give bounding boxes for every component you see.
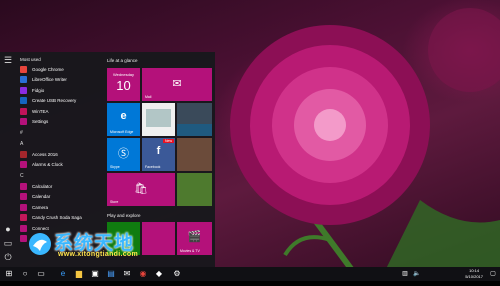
app-icon — [20, 193, 27, 201]
store-taskbar-icon[interactable]: ▣ — [88, 267, 102, 281]
edge-icon: e — [120, 110, 127, 122]
facebook-icon: f — [156, 145, 161, 157]
app-label: Calendar — [32, 194, 51, 200]
app-taskbar-icon[interactable]: ◆ — [152, 267, 166, 281]
app-list-item[interactable]: Calculator — [20, 181, 100, 192]
letter-c-header[interactable]: C — [20, 171, 100, 181]
app-icon — [20, 97, 27, 105]
user-avatar-icon[interactable]: ● — [3, 224, 13, 234]
app-list-item[interactable]: Calendar — [20, 192, 100, 203]
power-icon[interactable]: ⏻ — [3, 252, 13, 262]
app-icon — [20, 107, 27, 115]
store-tile-label: Store — [110, 200, 119, 204]
app-label: Camera — [32, 204, 49, 210]
app-label: Calculator — [32, 183, 53, 189]
chrome-taskbar-icon[interactable]: ◉ — [136, 267, 150, 281]
tray-clock[interactable]: 10:14 5/10/2017 — [465, 268, 483, 279]
mail-taskbar-icon[interactable]: ✉ — [120, 267, 134, 281]
news-photo-tile[interactable] — [177, 138, 212, 171]
photos-preview — [177, 124, 212, 136]
word-taskbar-icon[interactable]: ▤ — [104, 267, 118, 281]
mail-tile-label: Mail — [145, 95, 152, 99]
edge-tile[interactable]: e Microsoft Edge — [107, 103, 140, 136]
hamburger-menu-icon[interactable]: ☰ — [3, 55, 13, 65]
app-label: Candy Crush Soda Saga — [32, 215, 82, 221]
app-label: Access 2016 — [32, 151, 58, 157]
skype-icon: Ⓢ — [118, 148, 129, 160]
app-label: Fidgio — [32, 87, 45, 93]
app-icon — [20, 214, 27, 222]
facebook-new-badge: New — [162, 139, 174, 143]
app-list-item[interactable]: Candy Crush Soda Saga — [20, 213, 100, 224]
calendar-day: Wednesday — [112, 72, 135, 77]
watermark-logo — [29, 233, 51, 255]
app-list-item[interactable]: Fidgio — [20, 85, 100, 96]
edge-tile-label: Microsoft Edge — [110, 130, 134, 134]
watermark-url: www.xitongtiandi.com — [58, 251, 139, 258]
skype-tile-label: Skype — [110, 165, 120, 169]
app-icon — [20, 86, 27, 94]
start-menu-rail: ☰ ● ▭ ⏻ — [0, 52, 16, 269]
store-bag-icon: 🛍 — [134, 183, 148, 195]
app-label: Settings — [32, 119, 49, 125]
app-label: WinTEA — [32, 108, 49, 114]
watermark: 系统天地 www.xitongtiandi.com — [28, 226, 188, 266]
app-list-item[interactable]: Alarms & Clock — [20, 160, 100, 171]
app-list-item[interactable]: Create USB Recovery — [20, 96, 100, 107]
app-label: Create USB Recovery — [32, 98, 77, 104]
action-center-icon[interactable]: ▢ — [486, 267, 500, 281]
letter-a-header[interactable]: A — [20, 139, 100, 149]
facebook-tile[interactable]: f New Facebook — [142, 138, 175, 171]
app-list-item[interactable]: LibreOffice Writer — [20, 75, 100, 86]
app-icon — [20, 150, 27, 158]
taskbar: ⊞ ○ ▭ e ▆ ▣ ▤ ✉ ◉ ◆ ⚙ ▥ 🔈 10:14 5/10/201… — [0, 267, 500, 281]
file-explorer-icon[interactable]: ▆ — [72, 267, 86, 281]
search-icon[interactable]: ○ — [18, 267, 32, 281]
facebook-tile-label: Facebook — [145, 165, 161, 169]
volume-tray-icon[interactable]: 🔈 — [410, 267, 424, 281]
app-list-item[interactable]: Google Chrome — [20, 64, 100, 75]
app-icon — [20, 203, 27, 211]
store-tile[interactable]: 🛍 Store — [107, 173, 175, 206]
photo-news-tile[interactable] — [142, 103, 175, 136]
most-used-header: Most used — [20, 57, 41, 62]
minecraft-tile[interactable] — [177, 173, 212, 206]
news-thumbnail — [146, 109, 171, 127]
app-icon — [20, 65, 27, 73]
calendar-tile[interactable]: Wednesday 10 — [107, 68, 140, 101]
photos-tile[interactable] — [177, 103, 212, 136]
app-icon — [20, 118, 27, 126]
clock-date: 5/10/2017 — [465, 273, 483, 279]
app-icon — [20, 161, 27, 169]
app-icon — [20, 235, 27, 243]
task-view-icon[interactable]: ▭ — [34, 267, 48, 281]
app-list-item[interactable]: WinTEA — [20, 106, 100, 117]
app-icon — [20, 76, 27, 84]
edge-taskbar-icon[interactable]: e — [56, 267, 70, 281]
letter-hash-header[interactable]: # — [20, 128, 100, 138]
app-label: Google Chrome — [32, 66, 64, 72]
app-list-item[interactable]: Settings — [20, 117, 100, 128]
app-icon — [20, 224, 27, 232]
calendar-date: 10 — [116, 78, 131, 93]
mail-tile[interactable]: ✉ Mail — [142, 68, 212, 101]
skype-tile[interactable]: Ⓢ Skype — [107, 138, 140, 171]
mail-icon: ✉ — [172, 78, 182, 90]
tile-group-play-and-explore: Play and explore — [107, 213, 141, 218]
app-list-item[interactable]: Camera — [20, 202, 100, 213]
app-icon — [20, 182, 27, 190]
app-label: LibreOffice Writer — [32, 77, 67, 83]
settings-taskbar-icon[interactable]: ⚙ — [170, 267, 184, 281]
app-list-item[interactable]: Access 2016 — [20, 149, 100, 160]
app-label: Alarms & Clock — [32, 162, 63, 168]
windows-start-button[interactable]: ⊞ — [2, 267, 16, 281]
tile-group-life-at-a-glance: Life at a glance — [107, 58, 138, 63]
documents-icon[interactable]: ▭ — [3, 238, 13, 248]
